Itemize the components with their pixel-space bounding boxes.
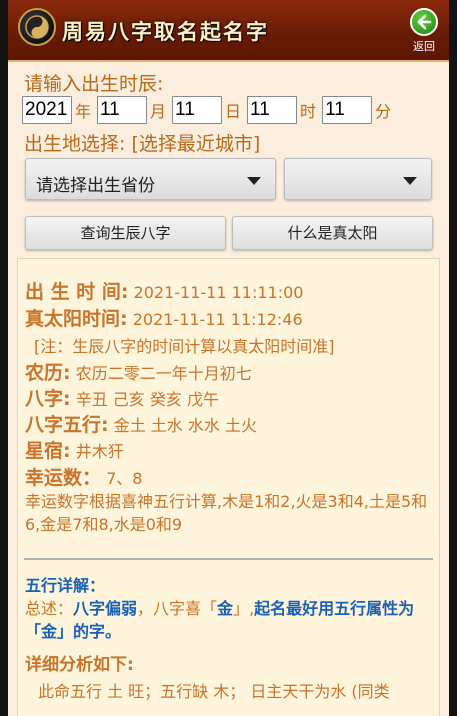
hour-input[interactable] <box>247 96 298 124</box>
app-title: 周易八字取名起名字 <box>62 19 269 44</box>
wuxing-row: 八字五行: 金土 土水 水水 土火 <box>25 410 257 437</box>
query-bazi-button[interactable]: 查询生辰八字 <box>25 216 226 250</box>
nearest-city-link[interactable]: [选择最近城市] <box>131 133 260 155</box>
province-select-value: 请选择出生省份 <box>36 176 155 196</box>
dropdown-arrow-icon <box>247 177 261 185</box>
city-select[interactable] <box>284 158 432 200</box>
location-selects: 请选择出生省份 <box>25 158 432 200</box>
summary-prefix: 总述： <box>25 599 74 618</box>
analysis-title-row: 详细分析如下: <box>25 650 134 675</box>
lucky-row: 幸运数： 7、8 <box>25 463 142 490</box>
day-unit: 日 <box>225 102 242 121</box>
wuxing-value: 金土 土水 水水 土火 <box>113 416 257 435</box>
summary-block: 总述：八字偏弱，八字喜「金」,起名最好用五行属性为「金」的字。 <box>25 597 437 643</box>
lunar-row: 农历: 农历二零二一年十月初七 <box>25 358 252 385</box>
dropdown-arrow-icon <box>403 177 417 185</box>
analysis-text: 此命五行 土 旺；五行缺 木； 日主天干为水 (同类 <box>38 682 390 701</box>
xingxiu-value: 井木犴 <box>75 442 124 461</box>
year-unit: 年 <box>75 102 92 121</box>
lucky-value: 7、8 <box>106 469 143 488</box>
bazi-row: 八字: 辛丑 己亥 癸亥 戊午 <box>25 384 219 411</box>
birthplace-label: 出生地选择: <box>24 133 126 155</box>
back-arrow-icon <box>410 8 438 36</box>
xingxiu-key: 星宿: <box>25 440 71 462</box>
detail-title-text: 五行详解： <box>25 576 106 595</box>
divider <box>24 558 433 560</box>
true-solar-time-button[interactable]: 什么是真太阳 <box>232 216 433 250</box>
solar-note: [注：生辰八字的时间计算以真太阳时间准] <box>34 337 335 356</box>
back-label: 返回 <box>413 40 435 53</box>
hour-unit: 时 <box>300 102 317 121</box>
app-screen: 周易八字取名起名字 返回 请输入出生时辰: 年 月 日 时 分 出生地选择: [… <box>8 0 449 716</box>
result-panel: 出 生 时 间: 2021-11-11 11:11:00 真太阳时间: 2021… <box>17 258 440 716</box>
true-solar-key: 真太阳时间: <box>25 308 128 330</box>
yin-yang-logo-icon <box>18 8 56 46</box>
province-select[interactable]: 请选择出生省份 <box>25 158 276 200</box>
xingxiu-row: 星宿: 井木犴 <box>25 436 124 463</box>
summary-mid2: 」, <box>233 599 255 618</box>
summary-weak: 八字偏弱 <box>73 599 138 618</box>
birth-time-key: 出 生 时 间: <box>25 281 129 303</box>
month-input[interactable] <box>97 96 148 124</box>
header-bar: 周易八字取名起名字 返回 <box>8 0 449 62</box>
bazi-key: 八字: <box>25 388 71 410</box>
birthplace-row: 出生地选择: [选择最近城市] <box>24 129 260 156</box>
summary-mid: ，八字喜「 <box>137 599 218 618</box>
summary-gold: 金 <box>217 599 234 618</box>
action-buttons: 查询生辰八字 什么是真太阳 <box>25 216 433 250</box>
back-button[interactable]: 返回 <box>407 8 441 54</box>
bazi-value: 辛丑 己亥 癸亥 戊午 <box>75 390 219 409</box>
birth-time-row: 出 生 时 间: 2021-11-11 11:11:00 <box>25 277 303 304</box>
true-solar-row: 真太阳时间: 2021-11-11 11:12:46 <box>25 304 303 331</box>
lucky-key: 幸运数： <box>25 467 102 489</box>
analysis-title: 详细分析如下: <box>25 655 134 675</box>
birth-time-value: 2021-11-11 11:11:00 <box>133 283 304 302</box>
year-input[interactable] <box>22 96 72 124</box>
day-input[interactable] <box>172 96 223 124</box>
wuxing-key: 八字五行: <box>25 414 109 436</box>
lucky-description: 幸运数字根据喜神五行计算,木是1和2,火是3和4,土是5和6,金是7和8,水是0… <box>25 492 428 534</box>
date-row: 年 月 日 时 分 <box>22 96 397 124</box>
month-unit: 月 <box>150 102 167 121</box>
lunar-key: 农历: <box>25 362 71 384</box>
lunar-value: 农历二零二一年十月初七 <box>75 364 252 383</box>
true-solar-value: 2021-11-11 11:12:46 <box>132 310 303 329</box>
minute-unit: 分 <box>375 102 392 121</box>
detail-title: 五行详解： <box>25 572 105 596</box>
minute-input[interactable] <box>322 96 373 124</box>
birth-time-label: 请输入出生时辰: <box>24 73 164 95</box>
